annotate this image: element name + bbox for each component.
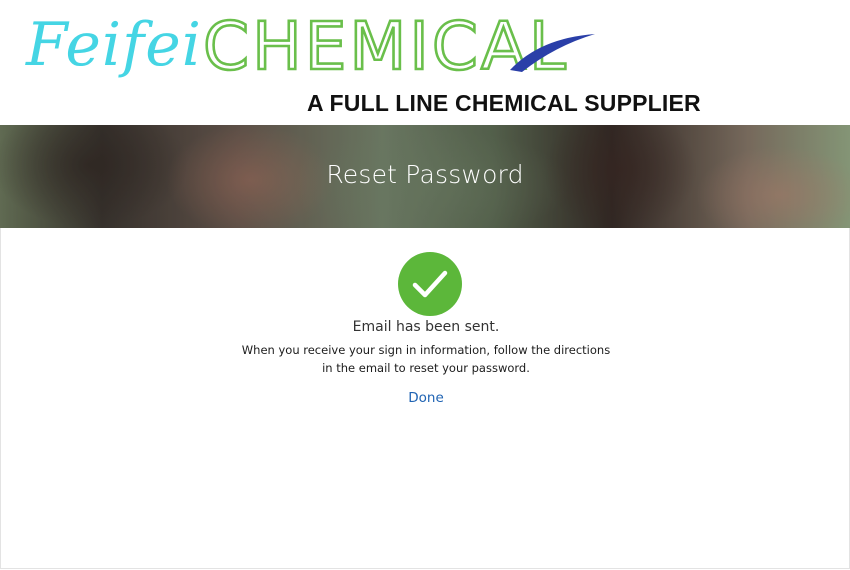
status-heading: Email has been sent. xyxy=(352,319,500,335)
reset-password-page: Feifei CHEMICAL A FULL LINE CHEMICAL SUP… xyxy=(0,0,850,570)
status-message-line-1: When you receive your sign in informatio… xyxy=(241,343,611,357)
checkmark-icon xyxy=(412,270,448,298)
site-header: Feifei CHEMICAL A FULL LINE CHEMICAL SUP… xyxy=(0,0,850,125)
done-link-row: Done xyxy=(1,387,850,409)
page-title: Reset Password xyxy=(326,160,524,189)
confirmation-panel: Email has been sent. When you receive yo… xyxy=(0,228,850,569)
done-link[interactable]: Done xyxy=(408,390,444,406)
logo-tagline: A FULL LINE CHEMICAL SUPPLIER xyxy=(307,90,701,116)
logo-swoosh-icon xyxy=(510,34,595,72)
checkmark-circle-icon xyxy=(398,252,462,316)
status-message-line-2: in the email to reset your password. xyxy=(322,361,530,375)
logo-script-text: Feifei xyxy=(26,10,202,80)
page-banner: Reset Password xyxy=(0,125,850,228)
